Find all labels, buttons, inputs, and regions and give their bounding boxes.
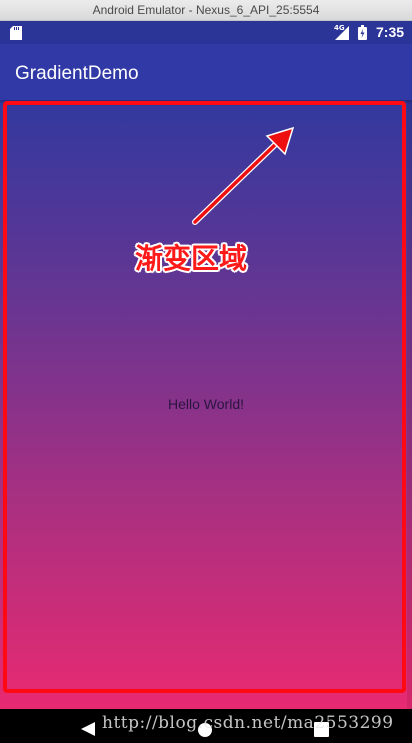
battery-icon — [358, 25, 367, 40]
watermark-url: http://blog.csdn.net/ma2553299 — [102, 713, 394, 733]
sd-card-icon — [10, 26, 22, 40]
back-icon[interactable] — [80, 721, 96, 737]
emulator-titlebar: Android Emulator - Nexus_6_API_25:5554 — [0, 0, 412, 21]
window-title: Android Emulator - Nexus_6_API_25:5554 — [92, 3, 320, 17]
hello-world-text: Hello World! — [168, 396, 244, 412]
app-title: GradientDemo — [15, 63, 139, 84]
annotation-label: 渐变区域 — [135, 242, 248, 275]
annotation-arrow-icon — [192, 126, 295, 225]
status-bar: 4G 7:35 — [0, 21, 412, 44]
status-clock: 7:35 — [376, 24, 405, 40]
app-bar: GradientDemo — [0, 44, 412, 100]
signal-icon — [335, 26, 349, 40]
